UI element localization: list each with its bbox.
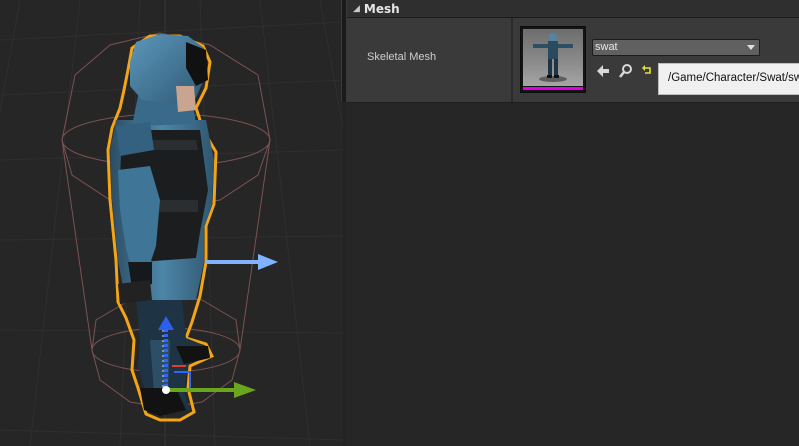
arrow-left-icon[interactable]: [595, 63, 611, 79]
panel-divider: [343, 102, 344, 446]
viewport-scene: [0, 0, 343, 446]
asset-picker-value: swat: [595, 41, 618, 53]
skeletal-mesh-property-row: Skeletal Mesh swat /Game/Character/Swat/…: [347, 18, 799, 103]
skeletal-mesh-label: Skeletal Mesh: [367, 51, 437, 63]
triangle-down-icon[interactable]: ◢: [353, 4, 360, 14]
skeletal-mesh-asset-picker[interactable]: swat: [592, 39, 760, 56]
reset-arrow-icon[interactable]: [640, 63, 656, 79]
swat-thumbnail-figure: [533, 33, 573, 82]
viewport[interactable]: [0, 0, 343, 446]
asset-path-text: /Game/Character/Swat/swat: [668, 72, 799, 84]
magnifier-icon[interactable]: [618, 63, 634, 79]
asset-path-tooltip: /Game/Character/Swat/swat: [658, 63, 799, 95]
chevron-down-icon[interactable]: [747, 45, 755, 50]
property-column-divider[interactable]: [511, 18, 513, 102]
mesh-category-title: Mesh: [363, 1, 400, 16]
editor-window: ◢ Mesh Skeletal Mesh swat /Game/Characte…: [0, 0, 799, 446]
asset-thumbnail-image: [523, 29, 583, 86]
asset-thumbnail[interactable]: [520, 26, 586, 93]
asset-type-color-bar: [523, 87, 583, 90]
mesh-category-header[interactable]: ◢ Mesh: [347, 0, 799, 18]
details-panel: ◢ Mesh Skeletal Mesh swat /Game/Characte…: [347, 0, 799, 446]
